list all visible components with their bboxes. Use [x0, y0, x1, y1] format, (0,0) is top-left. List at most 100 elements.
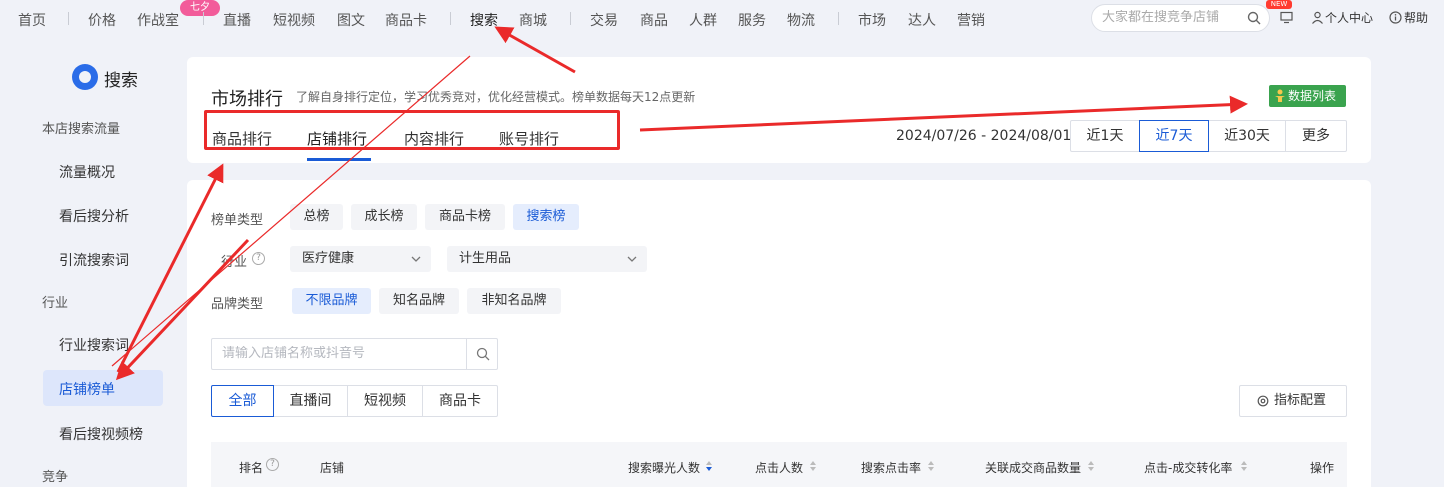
period-7-days[interactable]: 近7天 — [1139, 120, 1209, 152]
brand-type-unknown[interactable]: 非知名品牌 — [467, 288, 561, 314]
nav-item-marketing[interactable]: 营销 — [957, 10, 985, 30]
nav-item-price[interactable]: 价格 — [88, 10, 116, 30]
promo-badge: 七夕 — [180, 0, 220, 16]
sidebar-item-label: 店铺榜单 — [59, 382, 115, 398]
nav-divider — [838, 12, 839, 25]
nav-divider — [68, 12, 69, 25]
category-product-card[interactable]: 商品卡 — [422, 385, 498, 417]
search-logo-icon — [72, 64, 98, 90]
chevron-down-icon — [627, 256, 637, 262]
annotation-highlight-box — [204, 110, 620, 150]
nav-item-short-video[interactable]: 短视频 — [273, 10, 315, 30]
active-tab-indicator — [307, 158, 371, 161]
sidebar-item-post-view-video-ranking[interactable]: 看后搜视频榜 — [59, 424, 143, 444]
help-icon[interactable]: ? — [252, 252, 265, 265]
global-search[interactable] — [1091, 4, 1270, 32]
nav-item-goods[interactable]: 商品 — [640, 10, 668, 30]
user-icon[interactable] — [1311, 11, 1324, 24]
metric-config-button[interactable]: 指标配置 — [1239, 385, 1347, 417]
nav-item-home[interactable]: 首页 — [18, 10, 46, 30]
brand-type-all[interactable]: 不限品牌 — [292, 288, 371, 314]
category-all[interactable]: 全部 — [211, 385, 274, 417]
nav-item-service[interactable]: 服务 — [738, 10, 766, 30]
nav-item-logistics[interactable]: 物流 — [787, 10, 815, 30]
sort-icon[interactable] — [809, 460, 817, 472]
search-icon[interactable] — [476, 347, 490, 361]
list-type-product-card[interactable]: 商品卡榜 — [425, 204, 505, 230]
store-search-input[interactable] — [222, 346, 462, 361]
period-1-day[interactable]: 近1天 — [1070, 120, 1140, 152]
person-icon — [1275, 89, 1285, 102]
search-divider — [466, 339, 467, 369]
monitor-icon[interactable] — [1280, 11, 1293, 24]
global-search-input[interactable] — [1102, 10, 1240, 25]
sort-icon[interactable] — [927, 460, 935, 472]
industry-primary-select[interactable]: 医疗健康 — [290, 246, 431, 272]
sidebar-item-industry-keywords[interactable]: 行业搜索词 — [59, 335, 129, 355]
category-live-room[interactable]: 直播间 — [273, 385, 348, 417]
sidebar-item-traffic-overview[interactable]: 流量概况 — [59, 162, 115, 182]
nav-item-war-room[interactable]: 作战室 — [137, 10, 179, 30]
help-icon[interactable]: ? — [266, 458, 279, 471]
industry-secondary-select[interactable]: 计生用品 — [447, 246, 647, 272]
new-badge: NEW — [1266, 0, 1292, 9]
list-type-overall[interactable]: 总榜 — [290, 204, 343, 230]
data-list-label: 数据列表 — [1288, 89, 1337, 103]
column-clicks[interactable]: 点击人数 — [755, 459, 803, 476]
nav-item-trade[interactable]: 交易 — [590, 10, 618, 30]
personal-center-link[interactable]: 个人中心 — [1325, 9, 1373, 26]
column-related-products[interactable]: 关联成交商品数量 — [985, 459, 1081, 476]
nav-item-image-text[interactable]: 图文 — [337, 10, 365, 30]
nav-item-product-card[interactable]: 商品卡 — [385, 10, 427, 30]
top-nav: 首页 价格 作战室 七夕 直播 短视频 图文 商品卡 搜索 商城 交易 商品 人… — [0, 0, 1444, 38]
page-subtitle: 了解自身排行定位，学习优秀竞对，优化经营模式。榜单数据每天12点更新 — [296, 90, 696, 104]
nav-item-mall[interactable]: 商城 — [519, 10, 547, 30]
list-type-search[interactable]: 搜索榜 — [513, 204, 579, 230]
column-search-ctr[interactable]: 搜索点击率 — [861, 459, 921, 476]
date-range[interactable]: 2024/07/26 - 2024/08/01 — [896, 128, 1071, 144]
industry-secondary-value: 计生用品 — [459, 251, 512, 266]
industry-label: 行业 — [221, 255, 248, 270]
sort-desc-icon[interactable] — [705, 460, 713, 472]
sidebar-item-traffic-keywords[interactable]: 引流搜索词 — [59, 250, 129, 270]
brand-type-known[interactable]: 知名品牌 — [379, 288, 459, 314]
nav-divider — [203, 12, 204, 25]
period-30-days[interactable]: 近30天 — [1208, 120, 1286, 152]
search-icon[interactable] — [1247, 11, 1261, 25]
sidebar-group-store-flow: 本店搜索流量 — [42, 122, 121, 137]
column-actions: 操作 — [1310, 461, 1335, 475]
nav-item-market[interactable]: 市场 — [858, 10, 886, 30]
sidebar-item-post-view-analysis[interactable]: 看后搜分析 — [59, 206, 129, 226]
help-icon[interactable] — [1389, 11, 1402, 24]
brand-type-label: 品牌类型 — [211, 297, 264, 312]
category-short-video[interactable]: 短视频 — [347, 385, 423, 417]
nav-item-search[interactable]: 搜索 — [470, 10, 498, 30]
sidebar-title: 搜索 — [104, 71, 138, 91]
period-more[interactable]: 更多 — [1285, 120, 1347, 152]
metric-config-label: 指标配置 — [1274, 393, 1327, 408]
sidebar-item-store-ranking[interactable]: 店铺榜单 — [43, 370, 163, 406]
nav-item-influencer[interactable]: 达人 — [908, 10, 936, 30]
sidebar-group-competition: 竞争 — [42, 470, 69, 485]
store-search[interactable] — [211, 338, 498, 370]
help-link[interactable]: 帮助 — [1404, 9, 1428, 26]
sort-icon[interactable] — [1087, 460, 1095, 472]
sidebar: 搜索 本店搜索流量 流量概况 看后搜分析 引流搜索词 行业 行业搜索词 店铺榜单… — [0, 38, 186, 487]
list-type-growth[interactable]: 成长榜 — [351, 204, 417, 230]
industry-primary-value: 医疗健康 — [302, 251, 355, 266]
data-list-button[interactable]: 数据列表 — [1269, 85, 1346, 107]
gear-icon — [1257, 395, 1269, 407]
chevron-down-icon — [411, 256, 421, 262]
column-rank: 排名 — [239, 461, 264, 475]
page-title: 市场排行 — [211, 89, 283, 110]
column-conversion-rate[interactable]: 点击-成交转化率 — [1144, 459, 1232, 476]
sidebar-group-industry: 行业 — [42, 296, 69, 311]
nav-item-live[interactable]: 直播 — [223, 10, 251, 30]
nav-item-crowd[interactable]: 人群 — [689, 10, 717, 30]
nav-divider — [450, 12, 451, 25]
sort-icon[interactable] — [1240, 460, 1248, 472]
nav-divider — [570, 12, 571, 25]
column-store: 店铺 — [320, 461, 345, 475]
list-type-label: 榜单类型 — [211, 213, 264, 228]
column-search-exposure[interactable]: 搜索曝光人数 — [628, 459, 700, 476]
